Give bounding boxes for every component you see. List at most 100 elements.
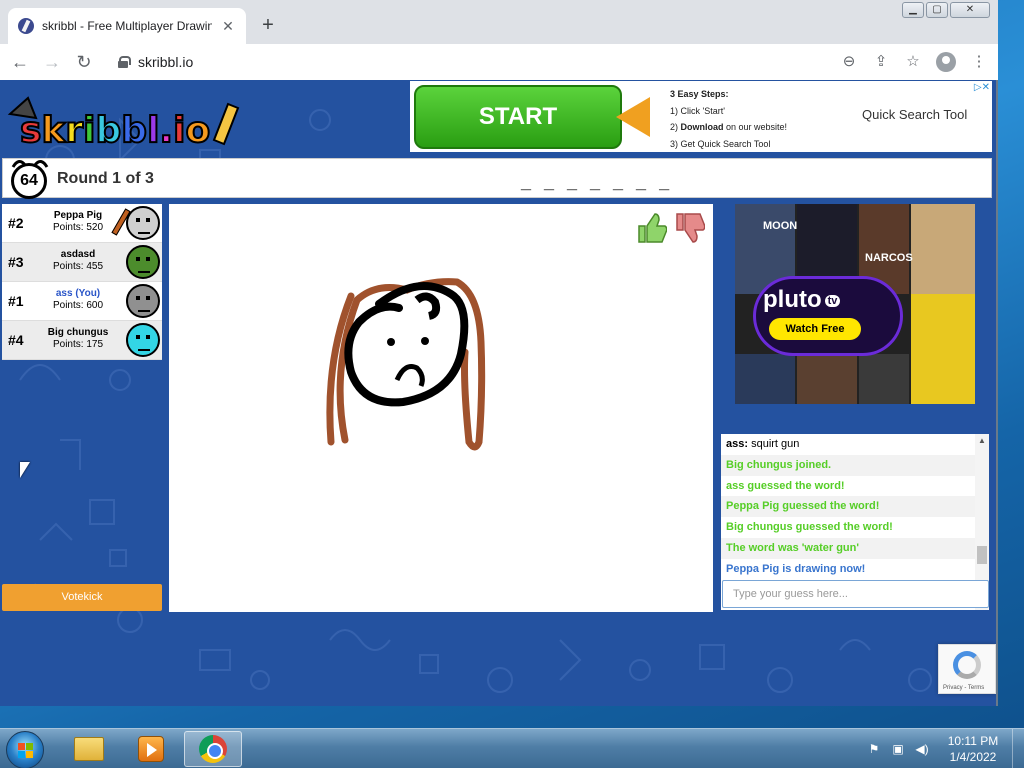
- thumbs-up-icon[interactable]: [635, 212, 668, 244]
- maximize-button[interactable]: ▢: [926, 2, 948, 18]
- profile-avatar-icon[interactable]: [936, 52, 956, 72]
- chat-message: Peppa Pig guessed the word!: [721, 496, 989, 518]
- skribbl-logo: skribbl.io: [6, 90, 246, 152]
- share-icon[interactable]: ⇪: [872, 53, 890, 71]
- timer-value: 64: [11, 163, 47, 199]
- ad-step-2-bold: Download: [680, 122, 724, 132]
- ad-quick-search[interactable]: Quick Search Tool: [862, 107, 967, 122]
- chat-text: Peppa Pig guessed the word!: [726, 500, 880, 513]
- round-bar: 64 Round 1 of 3 _ _ _ _ _ _ _: [2, 158, 992, 199]
- toolbar-icons: ⊖ ⇪ ☆ ⋮: [840, 52, 988, 72]
- ad-steps-title: 3 Easy Steps:: [670, 89, 729, 99]
- reload-icon[interactable]: ↻: [68, 52, 100, 73]
- system-tray: ⚑ ▣ ◀): [866, 741, 930, 757]
- bookmark-star-icon[interactable]: ☆: [904, 53, 922, 71]
- watch-free-button[interactable]: Watch Free: [769, 318, 861, 340]
- volume-icon[interactable]: ◀): [914, 741, 930, 757]
- taskbar-media-player[interactable]: [122, 731, 180, 767]
- chat-message: Peppa Pig is drawing now!: [721, 559, 989, 580]
- player-avatar: [126, 206, 160, 240]
- player-name: ass (You): [55, 288, 101, 299]
- chat-message: Big chungus joined.: [721, 454, 989, 476]
- chat-message: The word was 'water gun': [721, 537, 989, 559]
- taskbar-explorer[interactable]: [60, 731, 118, 767]
- face-stroke: [344, 282, 469, 407]
- scroll-thumb[interactable]: [977, 546, 987, 564]
- clock-time: 10:11 PM: [947, 734, 999, 748]
- back-arrow-icon[interactable]: ←: [4, 52, 36, 73]
- player-points: Points: 175: [52, 339, 104, 350]
- url-text[interactable]: skribbl.io: [138, 54, 193, 70]
- head-knot-stroke: [414, 292, 441, 320]
- player-row[interactable]: #1 ass (You) Points: 600: [2, 282, 162, 321]
- ad-moon-label: MOON: [763, 220, 798, 232]
- network-icon[interactable]: ▣: [890, 741, 906, 757]
- thumbs-down-icon[interactable]: [673, 212, 706, 244]
- player-row[interactable]: #3 asdasd Points: 455: [2, 243, 162, 282]
- address-bar[interactable]: skribbl.io: [110, 48, 930, 76]
- tab-close-icon[interactable]: ✕: [220, 18, 236, 35]
- ad-choices-icon[interactable]: ▷✕: [974, 82, 990, 93]
- lock-icon[interactable]: [118, 56, 131, 68]
- votekick-button[interactable]: Votekick: [2, 584, 162, 611]
- player-points: Points: 600: [52, 300, 104, 311]
- ad-arrow-icon: [616, 97, 650, 137]
- player-name: asdasd: [60, 249, 96, 260]
- chat-text: squirt gun: [748, 438, 800, 450]
- chat-text: Big chungus joined.: [726, 458, 832, 471]
- left-eye: [387, 338, 395, 346]
- menu-dots-icon[interactable]: ⋮: [970, 53, 988, 71]
- recaptcha-text[interactable]: Privacy - Terms: [943, 685, 984, 691]
- media-player-icon: [138, 736, 164, 762]
- player-row[interactable]: #2 Peppa Pig Points: 520: [2, 204, 162, 243]
- action-center-flag-icon[interactable]: ⚑: [866, 741, 882, 757]
- player-info: Peppa Pig Points: 520: [38, 210, 118, 234]
- player-avatar: [126, 323, 160, 357]
- close-window-button[interactable]: ✕: [950, 2, 990, 18]
- player-row[interactable]: #4 Big chungus Points: 175: [2, 321, 162, 360]
- side-banner-ad[interactable]: MOON NARCOS pluto tv Watch Free: [735, 204, 975, 404]
- player-avatar: [126, 245, 160, 279]
- page-viewport: skribbl.io START 3 Easy Steps: 1) Click …: [0, 80, 996, 706]
- taskbar-chrome[interactable]: [184, 731, 242, 767]
- browser-window: skribbl - Free Multiplayer Drawin ✕ + ▁ …: [0, 0, 998, 706]
- minimize-button[interactable]: ▁: [902, 2, 924, 18]
- pluto-logo-text: pluto: [763, 286, 822, 313]
- forward-arrow-icon[interactable]: →: [36, 52, 68, 73]
- mouth-stroke: [394, 364, 425, 387]
- recaptcha-badge[interactable]: Privacy - Terms: [938, 644, 996, 694]
- player-rank: #1: [8, 293, 24, 309]
- system-clock[interactable]: 10:11 PM 1/4/2022: [938, 733, 1008, 765]
- ad-step-2-prefix: 2): [670, 122, 681, 132]
- pluto-tv-badge: tv: [824, 294, 841, 307]
- guess-input[interactable]: [722, 580, 989, 608]
- start-button[interactable]: [6, 731, 44, 768]
- tab-strip: skribbl - Free Multiplayer Drawin ✕ + ▁ …: [0, 0, 998, 44]
- ad-step-2: 2) Download on our website!: [670, 119, 787, 136]
- right-eye: [421, 337, 429, 345]
- tab-skribbl[interactable]: skribbl - Free Multiplayer Drawin ✕: [8, 8, 246, 44]
- top-banner-ad[interactable]: START 3 Easy Steps: 1) Click 'Start' 2) …: [410, 81, 992, 152]
- drawing-canvas[interactable]: [169, 204, 713, 612]
- chat-text: The word was 'water gun': [726, 541, 859, 554]
- player-avatar: [126, 284, 160, 318]
- show-desktop-button[interactable]: [1012, 729, 1024, 768]
- drawing: [326, 278, 486, 451]
- player-list: #2 Peppa Pig Points: 520 #3 asdasd Points: 45…: [2, 204, 162, 360]
- ad-start-button[interactable]: START: [414, 85, 622, 149]
- rating-buttons: [635, 212, 706, 244]
- player-info: asdasd Points: 455: [38, 249, 118, 273]
- windows-flag-icon: [18, 743, 34, 759]
- player-info: ass (You) Points: 600: [38, 288, 118, 312]
- round-label: Round 1 of 3: [57, 170, 154, 187]
- player-points: Points: 520: [52, 222, 104, 233]
- ad-tile: [911, 294, 975, 404]
- scroll-up-icon[interactable]: ▲: [978, 436, 986, 445]
- ad-tile: [859, 354, 909, 404]
- chat-author: ass:: [726, 438, 749, 450]
- new-tab-button[interactable]: +: [258, 14, 278, 36]
- window-controls: ▁ ▢ ✕: [902, 2, 990, 18]
- ad-tile: [911, 204, 975, 294]
- ad-step-3: 3) Get Quick Search Tool: [670, 138, 771, 149]
- zoom-out-icon[interactable]: ⊖: [840, 53, 858, 71]
